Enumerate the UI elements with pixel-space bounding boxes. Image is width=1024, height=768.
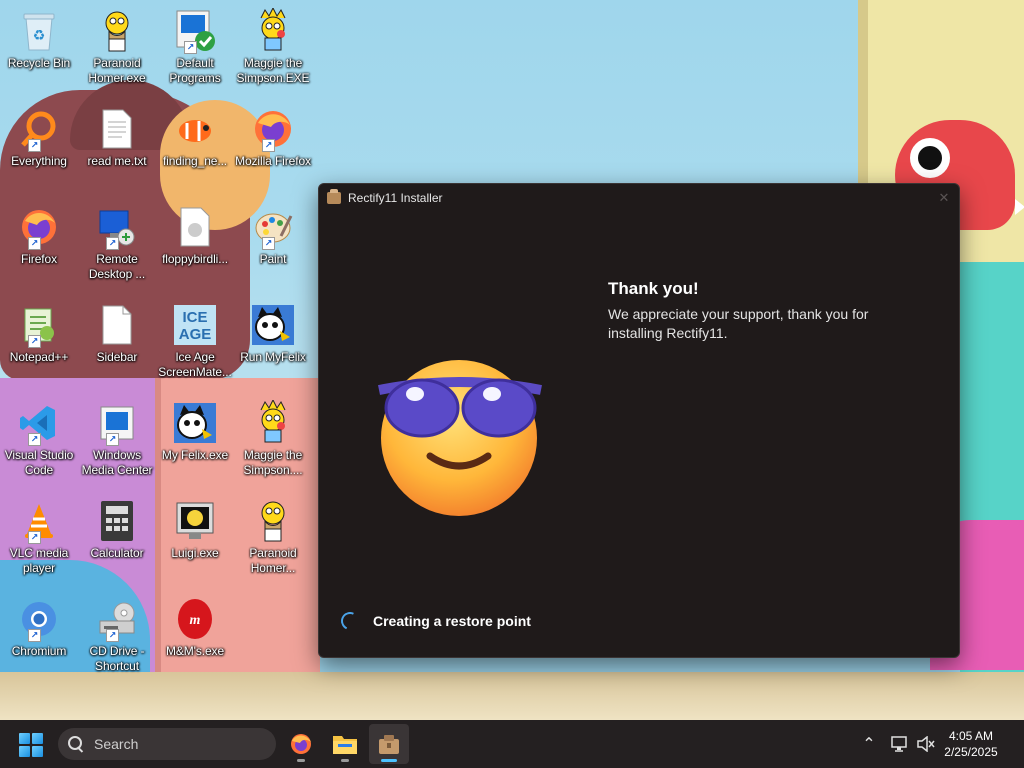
clock-time: 4:05 AM — [948, 729, 994, 743]
desktop-icon-notepadpp[interactable]: ↗ Notepad++ — [0, 302, 78, 394]
desktop-icon-everything[interactable]: ↗ Everything — [0, 106, 78, 198]
homer-icon — [94, 8, 140, 54]
felix-icon — [172, 400, 218, 446]
file-icon — [172, 204, 218, 250]
volume-muted-icon[interactable] — [914, 720, 938, 768]
desktop-icon-my-felix[interactable]: My Felix.exe — [156, 400, 234, 492]
desktop-icon-ice-age[interactable]: ICE AGE Ice Age ScreenMate... — [156, 302, 234, 394]
desktop-icon-luigi[interactable]: Luigi.exe — [156, 498, 234, 590]
running-indicator — [297, 759, 305, 762]
show-hidden-icons-button[interactable]: ⌃ — [858, 720, 880, 768]
firefox-icon: ↗ — [250, 106, 296, 152]
taskbar-app-rectify11-installer[interactable] — [369, 724, 409, 764]
clock[interactable]: 4:05 AM 2/25/2025 — [936, 728, 1006, 760]
calculator-icon — [94, 498, 140, 544]
svg-text:m: m — [190, 613, 201, 628]
remote-desktop-icon: ↗ — [94, 204, 140, 250]
mouse-cursor-icon — [1015, 199, 1024, 215]
nemo-icon — [172, 106, 218, 152]
search-box[interactable]: Search — [58, 728, 276, 760]
homer-icon — [250, 498, 296, 544]
desktop-icon-mozilla-firefox[interactable]: ↗ Mozilla Firefox — [234, 106, 312, 198]
clock-date: 2/25/2025 — [944, 745, 998, 759]
mms-icon: m — [172, 596, 218, 642]
windows-logo-icon — [19, 733, 30, 744]
desktop-icon-paranoid-homer-2[interactable]: Paranoid Homer... — [234, 498, 312, 590]
luigi-icon — [172, 498, 218, 544]
network-icon[interactable] — [888, 720, 912, 768]
desktop-icon-default-programs[interactable]: ↗ Default Programs — [156, 8, 234, 100]
running-indicator — [381, 759, 397, 762]
notepadpp-icon: ↗ — [16, 302, 62, 348]
desktop-icon-finding-nemo[interactable]: finding_ne... — [156, 106, 234, 198]
desktop-icon-calculator[interactable]: Calculator — [78, 498, 156, 590]
taskbar-app-file-explorer[interactable] — [325, 724, 365, 764]
thank-you-message: We appreciate your support, thank you fo… — [608, 306, 869, 341]
close-button[interactable]: ✕ — [929, 184, 959, 212]
felix-icon — [250, 302, 296, 348]
desktop-icon-sidebar[interactable]: Sidebar — [78, 302, 156, 394]
svg-text:♻: ♻ — [33, 27, 46, 43]
desktop-icon-maggie[interactable]: Maggie the Simpson.EXE — [234, 8, 312, 100]
window-title: Rectify11 Installer — [348, 191, 443, 205]
text-file-icon — [94, 106, 140, 152]
desktop-icon-recycle-bin[interactable]: ♻ Recycle Bin — [0, 8, 78, 100]
paint-icon: ↗ — [250, 204, 296, 250]
taskbar-app-firefox[interactable] — [281, 724, 321, 764]
desktop-icon-floppybird[interactable]: floppybirdli... — [156, 204, 234, 296]
desktop-icon-paint[interactable]: ↗ Paint — [234, 204, 312, 296]
desktop-icon-cd-drive[interactable]: ↗ CD Drive - Shortcut — [78, 596, 156, 688]
search-placeholder: Search — [94, 736, 139, 752]
recycle-bin-icon: ♻ — [16, 8, 62, 54]
desktop-icon-run-myfelix[interactable]: Run MyFelix — [234, 302, 312, 394]
desktop-icon-chromium[interactable]: ↗ Chromium — [0, 596, 78, 688]
desktop-icon-vscode[interactable]: ↗ Visual Studio Code — [0, 400, 78, 492]
installer-icon — [379, 735, 399, 754]
media-center-icon: ↗ — [94, 400, 140, 446]
start-button[interactable] — [19, 733, 43, 757]
sunglasses-emoji-icon — [378, 360, 542, 516]
desktop-icon-firefox[interactable]: ↗ Firefox — [0, 204, 78, 296]
svg-text:ICE: ICE — [182, 309, 207, 326]
search-icon — [68, 736, 84, 752]
vscode-icon: ↗ — [16, 400, 62, 446]
thank-you-heading: Thank you! — [608, 279, 699, 298]
desktop-icon-windows-media-center[interactable]: ↗ Windows Media Center — [78, 400, 156, 492]
desktop-icon-vlc[interactable]: ↗ VLC media player — [0, 498, 78, 590]
firefox-icon — [291, 734, 311, 754]
vlc-icon: ↗ — [16, 498, 62, 544]
desktop-icon-maggie-2[interactable]: Maggie the Simpson.... — [234, 400, 312, 492]
default-programs-icon: ↗ — [172, 8, 218, 54]
running-indicator — [341, 759, 349, 762]
maggie-icon — [250, 400, 296, 446]
folder-icon — [333, 736, 357, 754]
status-text: Creating a restore point — [373, 613, 531, 629]
desktop-icon-remote-desktop[interactable]: ↗ Remote Desktop ... — [78, 204, 156, 296]
ice-age-icon: ICE AGE — [172, 302, 218, 348]
everything-search-icon: ↗ — [16, 106, 62, 152]
firefox-icon: ↗ — [16, 204, 62, 250]
desktop-icon-mms[interactable]: m M&M's.exe — [156, 596, 234, 688]
loading-spinner-icon — [338, 609, 362, 633]
svg-text:AGE: AGE — [179, 326, 212, 343]
installer-icon — [327, 189, 341, 204]
progress-status: Creating a restore point — [338, 609, 531, 633]
blank-file-icon — [94, 302, 140, 348]
installer-window: Rectify11 Installer ✕ Thank you! We appr… — [318, 183, 960, 658]
cd-drive-icon: ↗ — [94, 596, 140, 642]
title-bar[interactable]: Rectify11 Installer ✕ — [319, 184, 959, 212]
desktop-icon-read-me[interactable]: read me.txt — [78, 106, 156, 198]
chromium-icon: ↗ — [16, 596, 62, 642]
maggie-icon — [250, 8, 296, 54]
desktop-icon-paranoid-homer[interactable]: Paranoid Homer.exe — [78, 8, 156, 100]
taskbar: Search ⌃ 4:05 AM 2/25/2025 — [0, 720, 1024, 768]
